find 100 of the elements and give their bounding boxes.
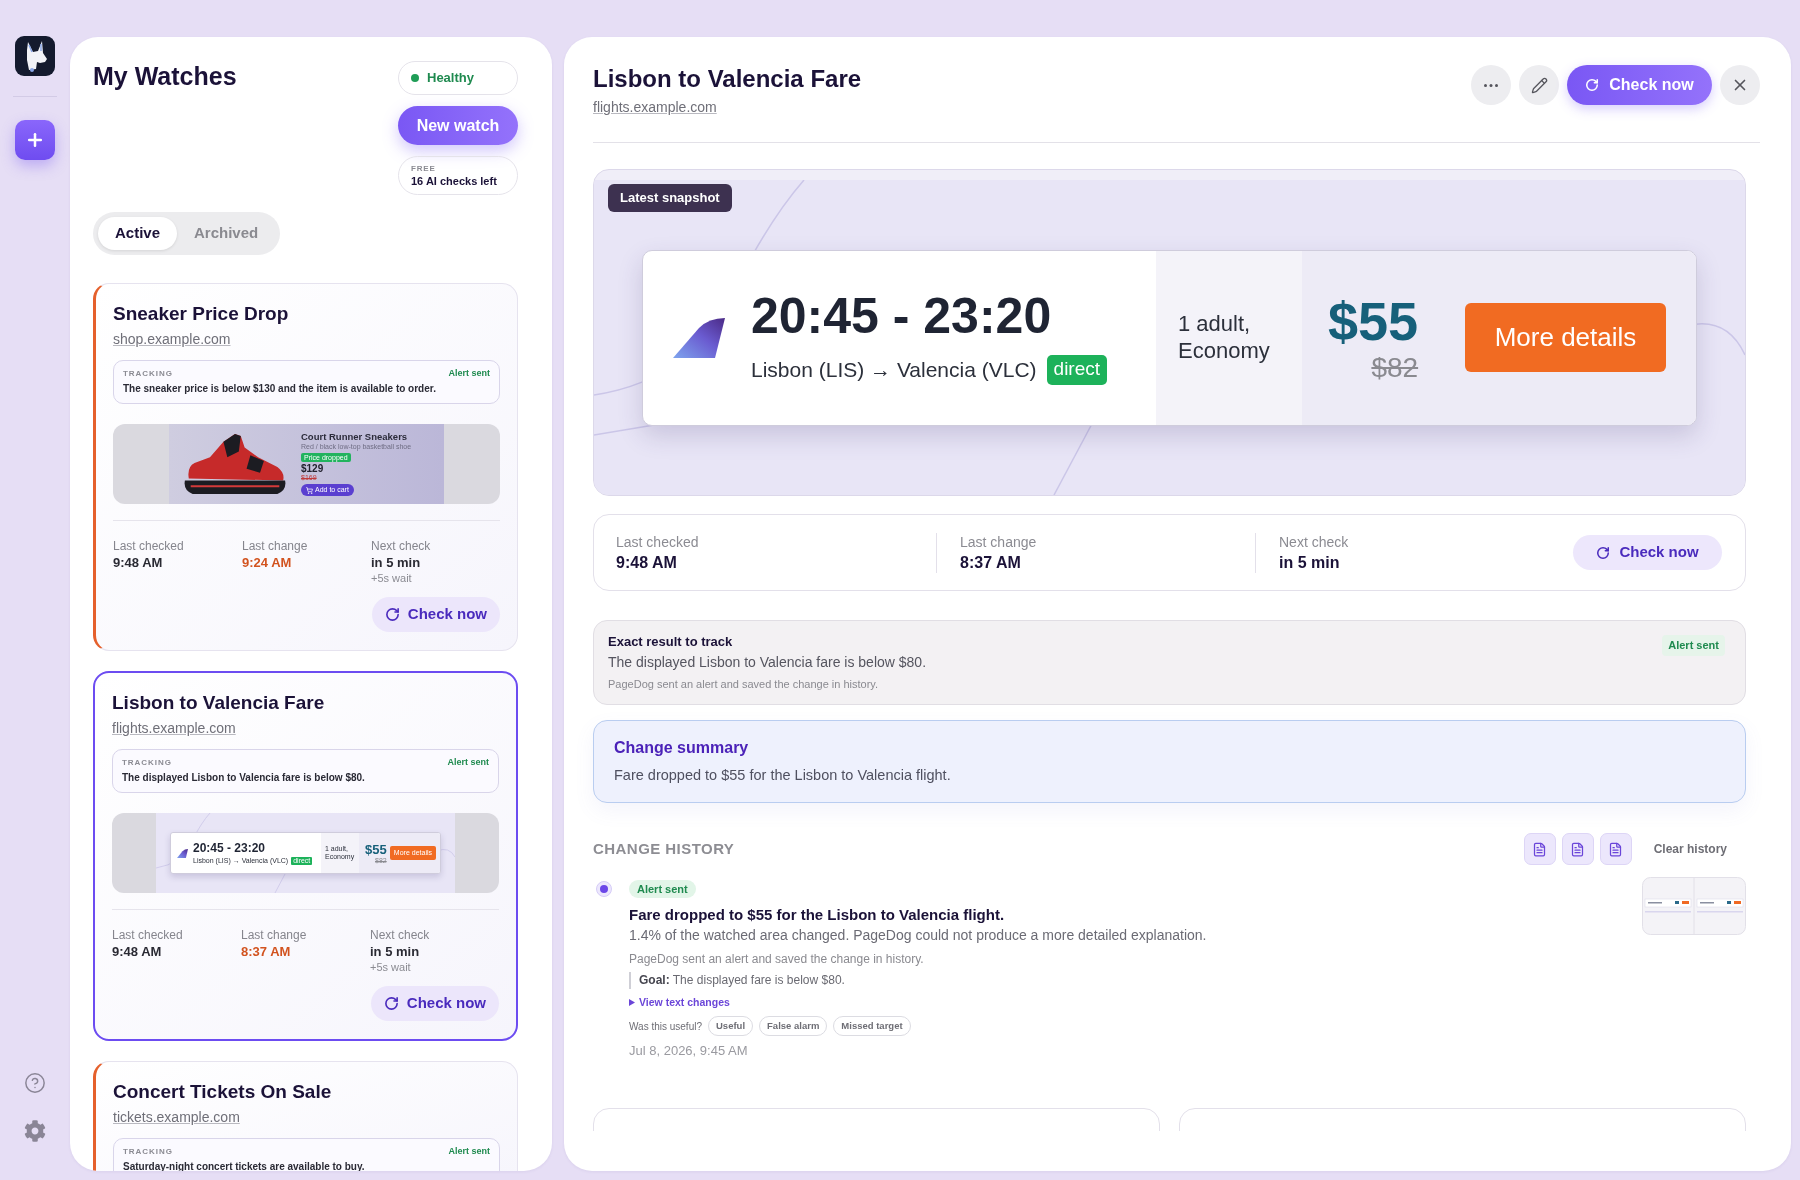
refresh-icon (1585, 78, 1600, 92)
stat-value: in 5 min (370, 943, 421, 960)
file-icon (1608, 841, 1624, 857)
stat-value: 9:48 AM (113, 554, 164, 571)
plus-icon (25, 130, 45, 150)
product-price: $129 (301, 464, 324, 475)
stat-note: +5s wait (370, 960, 412, 974)
panel-title: My Watches (93, 64, 237, 89)
stat-label: Next check (370, 927, 431, 943)
stat-value: in 5 min (371, 554, 422, 571)
status-dot-icon (411, 74, 419, 82)
check-now-button[interactable]: Check now (1573, 535, 1722, 570)
help-icon[interactable] (24, 1072, 46, 1094)
direct-badge: direct (1046, 354, 1108, 385)
more-details-button[interactable]: More details (1465, 303, 1666, 372)
file-icon (1570, 841, 1586, 857)
stat-label: Next check (1279, 532, 1350, 552)
dog-logo-icon (15, 36, 55, 76)
watch-url[interactable]: shop.example.com (113, 330, 231, 348)
watch-title: Sneaker Price Drop (113, 302, 290, 326)
old-fare-price: $82 (1371, 353, 1419, 382)
stat-value: 9:48 AM (112, 943, 163, 960)
alert-status: Alert sent (448, 1146, 490, 1157)
goal-quote: Goal: The displayed fare is below $80. (629, 972, 845, 989)
status-text: Healthy (427, 69, 474, 88)
alert-badge: Alert sent (629, 880, 696, 898)
passenger-info: 1 adult, Economy (1178, 311, 1271, 364)
tracking-text: The displayed Lisbon to Valencia fare is below $80. (122, 771, 366, 785)
stat-value: 9:48 AM (616, 552, 678, 573)
pencil-icon (1530, 76, 1548, 94)
airline-tail-icon (177, 848, 188, 858)
clear-history-button[interactable]: Clear history (1653, 840, 1727, 858)
edit-button[interactable] (1519, 65, 1559, 105)
snapshot-badge: Latest snapshot (608, 184, 732, 212)
view-changes-toggle[interactable]: View text changes (629, 995, 730, 1009)
tracking-label: TRACKING (123, 368, 173, 379)
add-button[interactable] (15, 120, 55, 160)
refresh-icon (384, 607, 400, 622)
stat-value: 9:24 AM (242, 554, 293, 571)
stat-value: in 5 min (1279, 552, 1341, 573)
tracking-text: The sneaker price is below $130 and the item is available to order. (123, 382, 437, 396)
stat-label: Last change (241, 927, 308, 943)
stat-label: Last change (242, 538, 309, 554)
settings-icon[interactable] (24, 1120, 46, 1142)
flight-times: 20:45 - 23:20 (751, 290, 1053, 341)
stat-label: Last change (960, 532, 1038, 552)
tracking-label: TRACKING (123, 1146, 173, 1157)
plan-label: FREE (411, 163, 437, 174)
stat-value: 8:37 AM (241, 943, 292, 960)
detail-title: Lisbon to Valencia Fare (593, 65, 862, 93)
stat-label: Last checked (616, 532, 700, 552)
watch-url[interactable]: tickets.example.com (113, 1108, 240, 1126)
entry-title: Fare dropped to $55 for the Lisbon to Valencia flight. (629, 905, 1005, 924)
file-button[interactable] (1599, 833, 1632, 865)
watch-url[interactable]: flights.example.com (112, 719, 236, 737)
fare-price: $55 (1328, 293, 1419, 348)
feedback-prompt: Was this useful? (629, 1019, 702, 1034)
refresh-icon (383, 996, 399, 1011)
tab[interactable]: Active (98, 217, 178, 250)
watch-title: Lisbon to Valencia Fare (112, 691, 326, 715)
check-now-button[interactable]: Check now (370, 986, 499, 1021)
refresh-icon (1596, 545, 1611, 560)
flight-route: Lisbon (LIS) → Valencia (VLC) (751, 359, 1037, 380)
summary-heading: Change summary (614, 738, 750, 758)
target-note: PageDog sent an alert and saved the change in history. (608, 677, 880, 692)
close-button[interactable] (1720, 65, 1760, 105)
summary-text: Fare dropped to $55 for the Lisbon to Valencia flight. (614, 766, 952, 785)
detail-url[interactable]: flights.example.com (593, 98, 717, 116)
alert-status: Alert sent (447, 757, 489, 768)
product-name: Court Runner Sneakers (301, 431, 408, 442)
stat-note: +5s wait (371, 571, 413, 585)
entry-note: PageDog sent an alert and saved the change in history. (629, 951, 924, 967)
check-now-button[interactable]: Check now (371, 597, 500, 632)
file-button[interactable] (1561, 833, 1594, 865)
more-icon (1484, 83, 1498, 87)
new-watch-button[interactable]: New watch (398, 106, 518, 145)
stat-label: Last checked (113, 538, 185, 554)
cart-icon (306, 486, 313, 494)
tab[interactable]: Archived (177, 217, 276, 250)
check-now-button[interactable]: Check now (1567, 65, 1712, 105)
stat-label: Last checked (112, 927, 184, 943)
watch-card[interactable] (93, 671, 518, 1041)
stat-value: 8:37 AM (960, 552, 1022, 573)
alert-status: Alert sent (448, 368, 490, 379)
entry-date: Jul 8, 2026, 9:45 AM (629, 1042, 748, 1060)
stat-label: Next check (371, 538, 432, 554)
target-heading: Exact result to track (608, 633, 734, 650)
checks-left-text: 16 AI checks left (411, 173, 498, 188)
entry-description: 1.4% of the watched area changed. PageDog could not produce a more detailed explanation. (629, 926, 1207, 945)
target-text: The displayed Lisbon to Valencia fare is below $80. (608, 653, 927, 672)
airline-tail-icon (673, 317, 725, 358)
watch-title: Concert Tickets On Sale (113, 1080, 333, 1104)
fare-price: $55 (365, 842, 387, 856)
tracking-label: TRACKING (122, 757, 172, 768)
alert-badge: Alert sent (1662, 635, 1725, 656)
timeline-dot-icon (596, 881, 612, 897)
file-icon (1532, 841, 1548, 857)
file-button[interactable] (1523, 833, 1556, 865)
history-heading: CHANGE HISTORY (593, 838, 735, 859)
flight-times: 20:45 - 23:20 (193, 841, 267, 855)
